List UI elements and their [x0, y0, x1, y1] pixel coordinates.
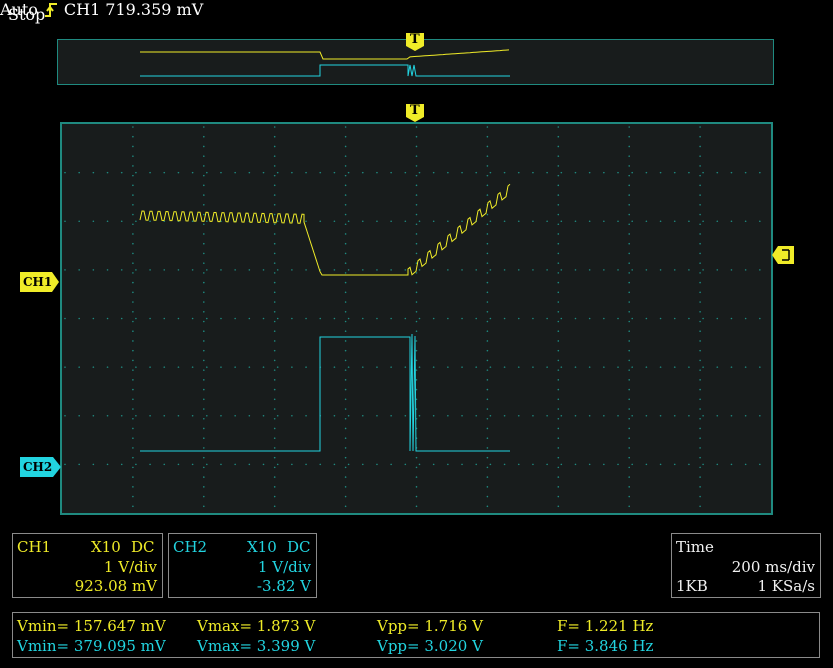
trigger-position-marker[interactable]: T	[405, 103, 425, 123]
ch2-frequency: F= 3.846 Hz	[557, 637, 654, 655]
trigger-level-marker[interactable]	[771, 245, 795, 265]
ch1-marker-label: CH1	[23, 275, 53, 289]
trigger-level: 719.359 mV	[105, 0, 204, 19]
ch2-vmax: Vmax= 3.399 V	[197, 637, 316, 655]
ch2-settings-panel[interactable]: CH2 X10 DC 1 V/div -3.82 V	[168, 533, 317, 598]
trigger-level-icon	[772, 246, 794, 264]
ch2-level-marker[interactable]: CH2	[20, 457, 61, 477]
ch1-settings-panel[interactable]: CH1 X10 DC 1 V/div 923.08 mV	[12, 533, 163, 598]
ch2-offset: -3.82 V	[256, 577, 311, 595]
ch2-marker-label: CH2	[23, 460, 53, 474]
ch1-scale: 1 V/div	[103, 558, 157, 576]
ch1-vmax: Vmax= 1.873 V	[197, 617, 316, 635]
overview-ch1-trace	[140, 49, 510, 60]
time-scale: 200 ms/div	[731, 558, 815, 576]
ch1-vmin: Vmin= 157.647 mV	[17, 617, 166, 635]
ch2-probe: X10	[247, 538, 277, 556]
ch1-name: CH1	[17, 538, 52, 556]
ch2-scale: 1 V/div	[257, 558, 311, 576]
timebase-panel[interactable]: Time 200 ms/div 1KB 1 KSa/s	[671, 533, 821, 598]
ch2-coupling: DC	[287, 538, 311, 556]
ch1-probe: X10	[91, 538, 121, 556]
ch1-frequency: F= 1.221 Hz	[557, 617, 654, 635]
waveforms	[139, 183, 511, 452]
ch2-name: CH2	[173, 538, 208, 556]
ch1-vpp: Vpp= 1.716 V	[377, 617, 483, 635]
ch2-vpp: Vpp= 3.020 V	[377, 637, 483, 655]
ch1-waveform	[139, 183, 511, 276]
overview-trigger-label: T	[410, 32, 420, 47]
time-label: Time	[676, 538, 714, 556]
overview-ch2-trace	[140, 64, 510, 77]
acquisition-status: Stop	[8, 5, 46, 24]
sample-rate: 1 KSa/s	[757, 577, 816, 595]
trigger-status: Auto CH1 719.359 mV	[0, 0, 833, 19]
ch1-coupling: DC	[131, 538, 155, 556]
ch1-level-marker[interactable]: CH1	[20, 272, 59, 292]
waveform-display[interactable]	[60, 122, 773, 515]
trigger-position-label: T	[410, 103, 420, 118]
ch2-waveform	[140, 333, 510, 452]
rising-edge-trigger-icon	[44, 2, 57, 17]
memory-depth: 1KB	[676, 577, 708, 595]
trigger-source: CH1	[63, 0, 101, 19]
ch1-offset: 923.08 mV	[74, 577, 157, 595]
ch2-vmin: Vmin= 379.095 mV	[17, 637, 166, 655]
overview-trigger-marker[interactable]: T	[405, 32, 425, 52]
measurements-panel[interactable]: Vmin= 157.647 mV Vmax= 1.873 V Vpp= 1.71…	[12, 612, 820, 658]
